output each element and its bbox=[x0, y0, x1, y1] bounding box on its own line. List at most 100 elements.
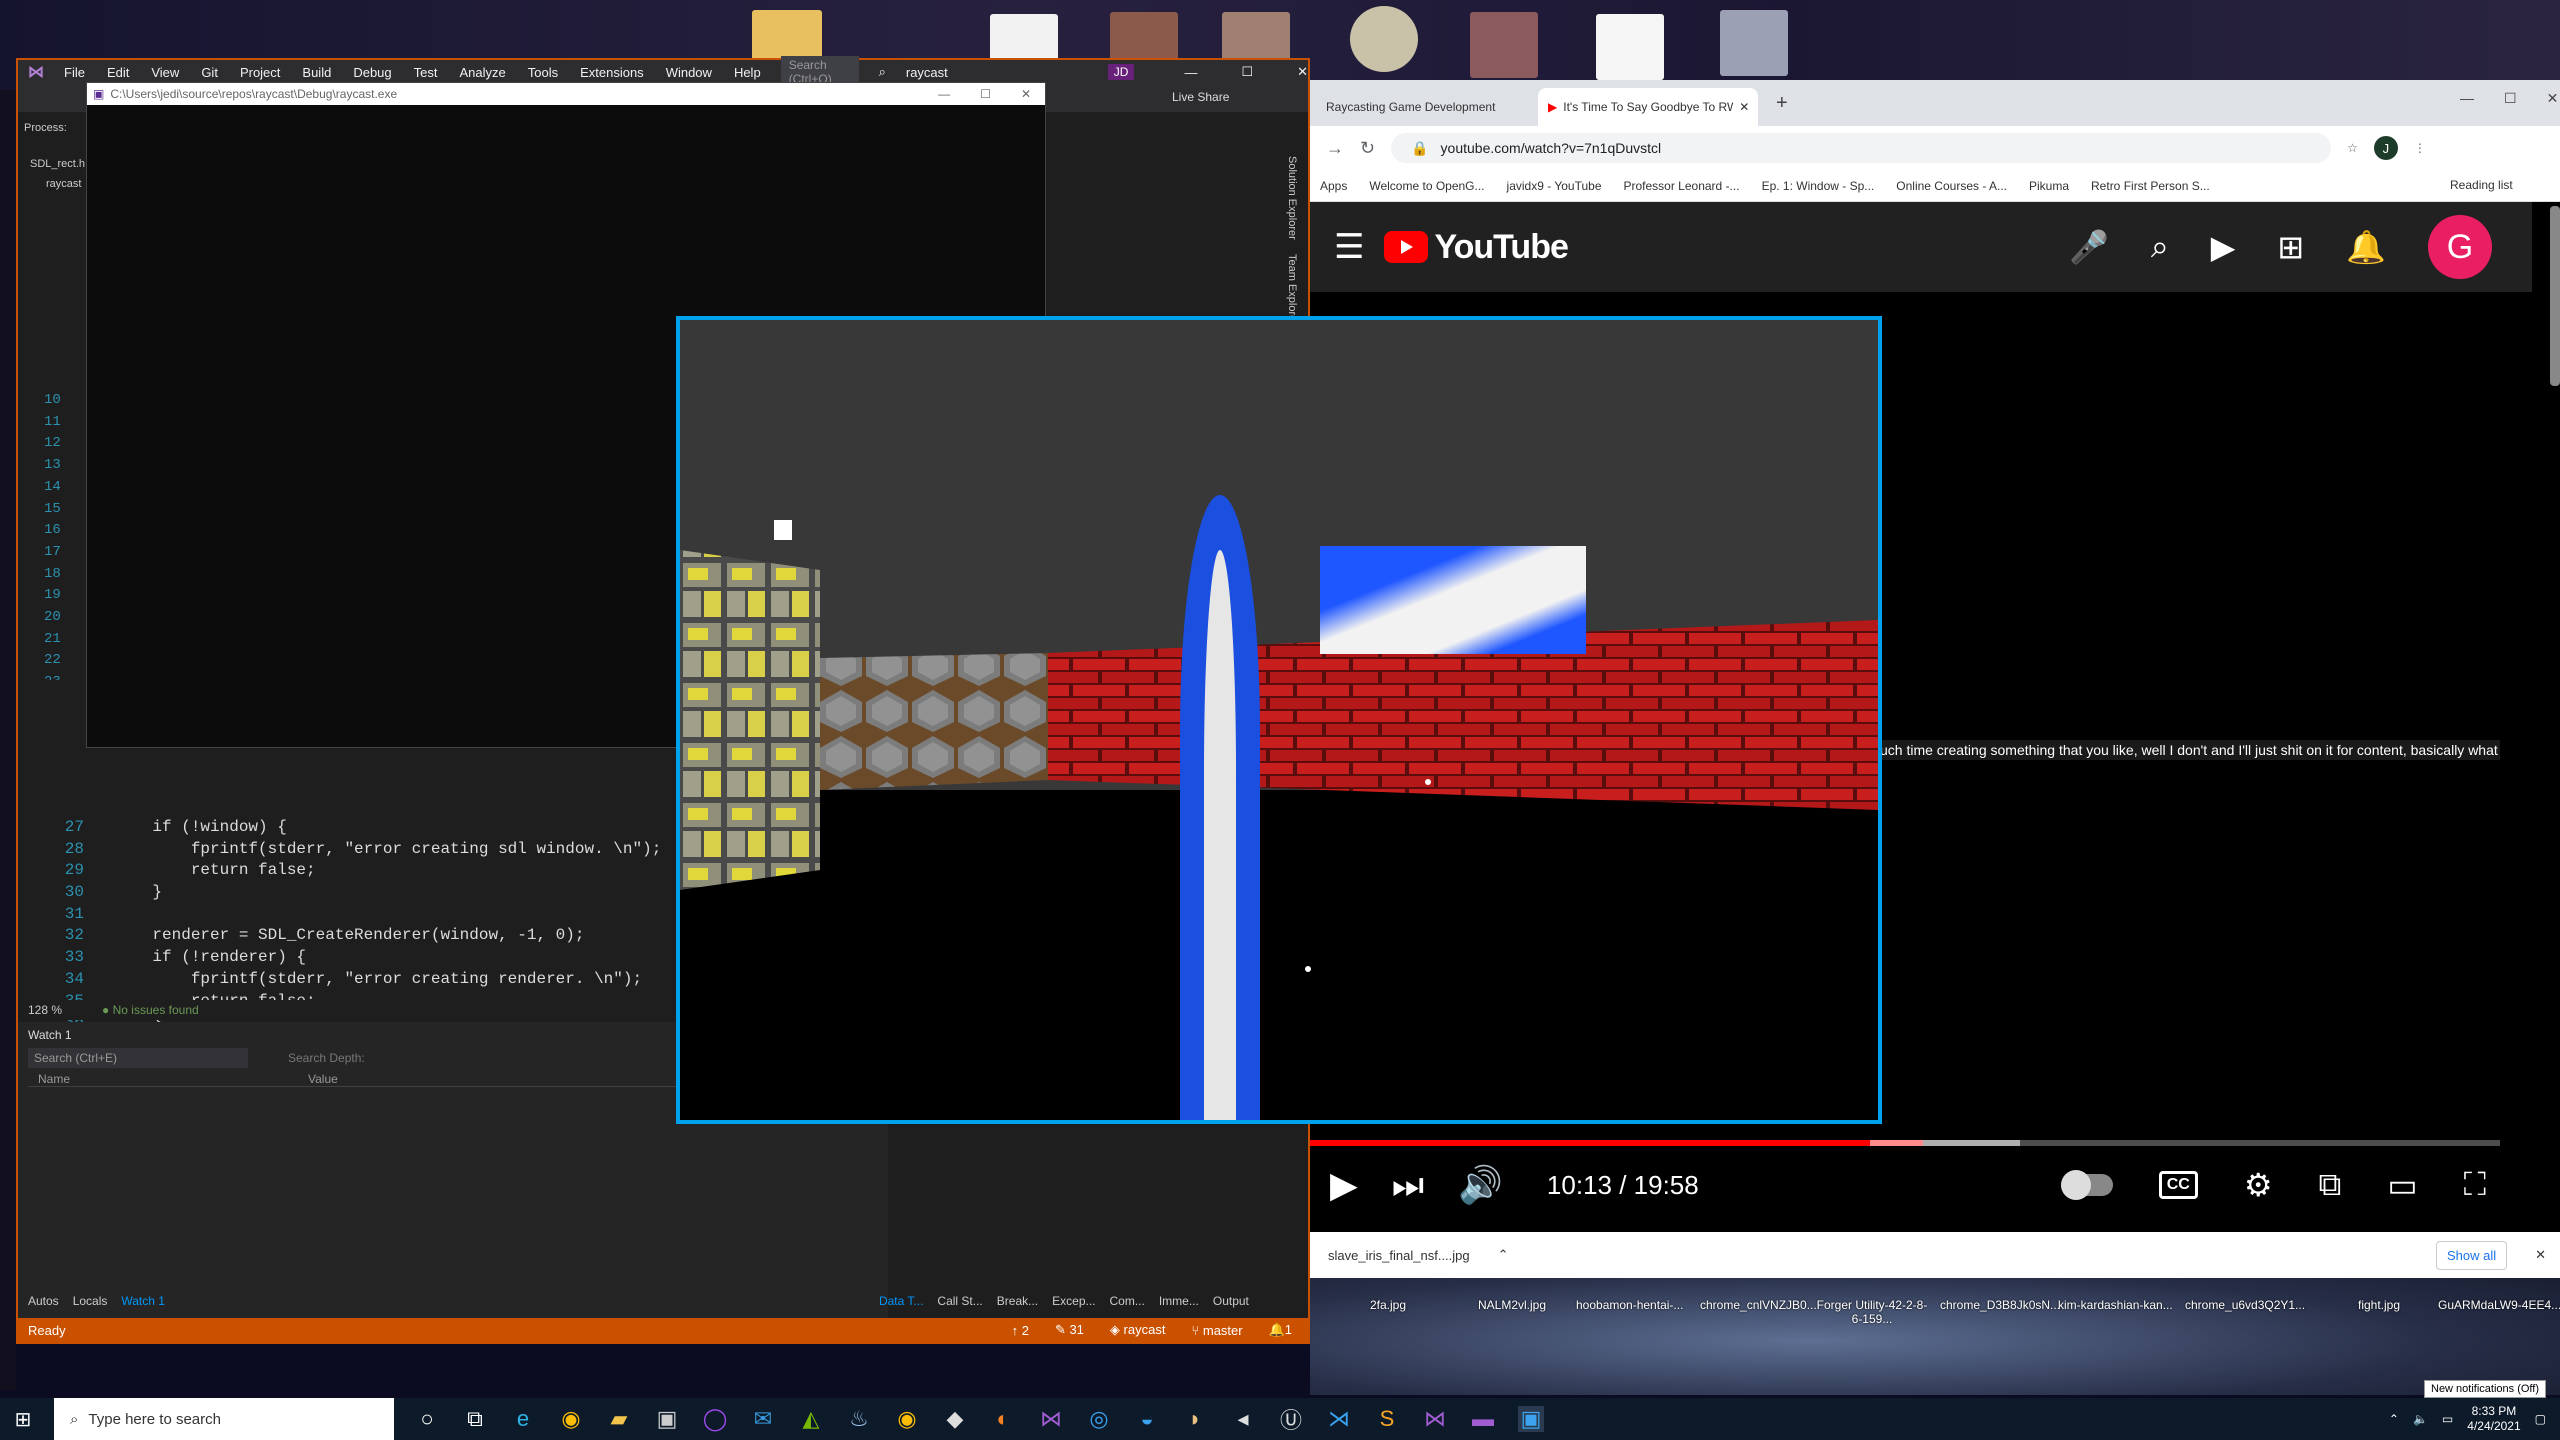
image-thumbnail-icon[interactable] bbox=[1470, 12, 1538, 78]
download-item[interactable]: slave_iris_final_nsf....jpg bbox=[1328, 1248, 1470, 1263]
bookmark-item[interactable]: Welcome to OpenG... bbox=[1369, 179, 1484, 193]
code-line[interactable]: 28 fprintf(stderr, "error creating sdl w… bbox=[42, 840, 678, 862]
zoom-level[interactable]: 128 % bbox=[28, 1003, 62, 1017]
bookmark-item[interactable]: Professor Leonard -... bbox=[1624, 179, 1740, 193]
url-field[interactable]: 🔒 youtube.com/watch?v=7n1qDuvstcl bbox=[1391, 133, 2332, 163]
watch-search-input[interactable]: Search (Ctrl+E) bbox=[28, 1048, 248, 1068]
chevron-up-icon[interactable]: ⌃ bbox=[2389, 1412, 2399, 1426]
tab-watch[interactable]: Watch 1 bbox=[121, 1294, 165, 1308]
reload-icon[interactable]: ↻ bbox=[1360, 138, 1375, 159]
minimize-icon[interactable]: — bbox=[1184, 65, 1197, 80]
code-line[interactable]: 30 } bbox=[42, 883, 678, 905]
name-column-header[interactable]: Name bbox=[28, 1072, 308, 1086]
menu-dots-icon[interactable]: ⋮ bbox=[2414, 141, 2426, 155]
autoplay-toggle[interactable] bbox=[2060, 1170, 2113, 1200]
maximize-icon[interactable]: ☐ bbox=[1241, 64, 1253, 80]
browser-tab-active[interactable]: ▶ It's Time To Say Goodbye To RWBY ✕ bbox=[1538, 88, 1758, 126]
bookmark-item[interactable]: javidx9 - YouTube bbox=[1507, 179, 1602, 193]
file-tab[interactable]: SDL_rect.h bbox=[30, 158, 85, 170]
next-icon[interactable]: ⏭ bbox=[1392, 1164, 1424, 1207]
solution-explorer-tab[interactable]: Solution Explorer bbox=[1286, 156, 1298, 240]
windows-start-icon[interactable]: ⊞ bbox=[0, 1407, 46, 1432]
live-share-button[interactable]: Live Share bbox=[1172, 90, 1229, 104]
app-icon[interactable]: ◒ bbox=[1134, 1406, 1160, 1432]
play-icon[interactable]: ▶ bbox=[1330, 1164, 1358, 1206]
menu-item-test[interactable]: Test bbox=[414, 65, 438, 80]
tab-exceptions[interactable]: Excep... bbox=[1052, 1294, 1095, 1308]
visual-studio-icon[interactable]: ⋈ bbox=[1038, 1406, 1064, 1432]
nvidia-icon[interactable]: ◭ bbox=[798, 1406, 824, 1432]
file-explorer-icon[interactable]: ▰ bbox=[606, 1406, 632, 1432]
steam-icon[interactable]: ♨ bbox=[846, 1406, 872, 1432]
clock-date[interactable]: 4/24/2021 bbox=[2467, 1419, 2520, 1434]
desktop-icon-label[interactable]: 2fa.jpg bbox=[1370, 1298, 1406, 1312]
desktop-icon-label[interactable]: chrome_D3B8Jk0sN... bbox=[1940, 1298, 2060, 1312]
tab-autos[interactable]: Autos bbox=[28, 1294, 59, 1308]
console-app-icon[interactable]: ▬ bbox=[1470, 1406, 1496, 1432]
unreal-icon[interactable]: Ⓤ bbox=[1278, 1406, 1304, 1433]
app-icon[interactable]: ◎ bbox=[1086, 1406, 1112, 1432]
vscode-icon[interactable]: ⋊ bbox=[1326, 1406, 1352, 1432]
desktop-icon-label[interactable]: NALM2vl.jpg bbox=[1478, 1298, 1546, 1312]
desktop-icon-label[interactable]: Forger Utility-42-2-8-6-159... bbox=[1812, 1298, 1932, 1326]
image-thumbnail-icon[interactable] bbox=[1720, 10, 1788, 76]
notification-bell-icon[interactable]: 🔔1 bbox=[1269, 1322, 1292, 1338]
desktop-icon-label[interactable]: GuARMdaLW9-4EE4.... bbox=[2438, 1298, 2560, 1312]
chrome-icon[interactable]: ◉ bbox=[894, 1406, 920, 1432]
menu-item-tools[interactable]: Tools bbox=[528, 65, 558, 80]
raycast-game-window[interactable] bbox=[676, 316, 1882, 1124]
close-icon[interactable]: ✕ bbox=[1021, 87, 1031, 101]
menu-item-debug[interactable]: Debug bbox=[353, 65, 391, 80]
store-icon[interactable]: ▣ bbox=[654, 1406, 680, 1432]
blender-icon[interactable]: ◐ bbox=[990, 1406, 1016, 1432]
minimize-icon[interactable]: — bbox=[938, 87, 950, 101]
maximize-icon[interactable]: ☐ bbox=[2504, 90, 2517, 107]
close-icon[interactable]: ✕ bbox=[1739, 100, 1749, 114]
issues-indicator[interactable]: ● No issues found bbox=[102, 1003, 199, 1017]
browser-tab[interactable]: Raycasting Game Development bbox=[1316, 88, 1536, 126]
value-column-header[interactable]: Value bbox=[308, 1072, 338, 1086]
tab-breakpoints[interactable]: Break... bbox=[997, 1294, 1038, 1308]
edge-icon[interactable]: e bbox=[510, 1406, 536, 1432]
fullscreen-icon[interactable]: ⛶ bbox=[2464, 1166, 2486, 1204]
code-line[interactable]: 34 fprintf(stderr, "error creating rende… bbox=[42, 970, 678, 992]
tab-immediate[interactable]: Imme... bbox=[1159, 1294, 1199, 1308]
code-line[interactable]: 33 if (!renderer) { bbox=[42, 948, 678, 970]
search-icon[interactable]: ⌕ bbox=[2151, 228, 2169, 266]
bookmark-item[interactable]: Online Courses - A... bbox=[1896, 179, 2007, 193]
volume-icon[interactable]: 🔊 bbox=[1458, 1164, 1503, 1206]
tab-data-tips[interactable]: Data T... bbox=[879, 1294, 923, 1308]
notifications-bell-icon[interactable]: 🔔 bbox=[2346, 228, 2386, 266]
desktop-icon-label[interactable]: chrome_u6vd3Q2Y1... bbox=[2185, 1298, 2305, 1312]
app-icon[interactable]: ◗ bbox=[1182, 1406, 1208, 1432]
video-progress-bar[interactable] bbox=[1310, 1140, 2500, 1146]
active-app-icon[interactable]: ▣ bbox=[1518, 1406, 1544, 1432]
miniplayer-icon[interactable]: ⧉ bbox=[2319, 1166, 2342, 1204]
menu-item-window[interactable]: Window bbox=[666, 65, 712, 80]
volume-icon[interactable]: 🔈 bbox=[2413, 1412, 2428, 1426]
user-badge[interactable]: JD bbox=[1107, 64, 1135, 80]
avatar[interactable]: G bbox=[2428, 215, 2492, 279]
task-view-icon[interactable]: ⧉ bbox=[462, 1406, 488, 1432]
search-icon[interactable]: ⌕ bbox=[879, 64, 886, 80]
close-icon[interactable]: ✕ bbox=[2547, 90, 2559, 107]
project-item[interactable]: raycast bbox=[46, 178, 81, 190]
microphone-icon[interactable]: 🎤 bbox=[2069, 228, 2109, 266]
maximize-icon[interactable]: ☐ bbox=[980, 87, 991, 101]
edits-count[interactable]: ✎ 31 bbox=[1055, 1322, 1084, 1338]
bookmark-item[interactable]: Pikuma bbox=[2029, 179, 2069, 193]
profile-avatar[interactable]: J bbox=[2373, 136, 2398, 160]
network-icon[interactable]: ▭ bbox=[2442, 1412, 2453, 1426]
tab-command[interactable]: Com... bbox=[1110, 1294, 1145, 1308]
desktop-icon-label[interactable]: hoobamon-hentai-... bbox=[1576, 1298, 1683, 1312]
team-explorer-tab[interactable]: Team Explorer bbox=[1286, 254, 1298, 325]
menu-item-build[interactable]: Build bbox=[302, 65, 331, 80]
desktop-icon-label[interactable]: kim-kardashian-kan... bbox=[2058, 1298, 2173, 1312]
hamburger-menu-icon[interactable]: ☰ bbox=[1334, 227, 1364, 267]
create-video-icon[interactable]: ▶ bbox=[2211, 228, 2236, 266]
gimp-icon[interactable] bbox=[1350, 6, 1418, 72]
chrome-icon[interactable]: ◉ bbox=[558, 1406, 584, 1432]
bookmark-item[interactable]: Ep. 1: Window - Sp... bbox=[1762, 179, 1875, 193]
bookmark-item[interactable]: Retro First Person S... bbox=[2091, 179, 2210, 193]
code-line[interactable]: 27 if (!window) { bbox=[42, 818, 678, 840]
